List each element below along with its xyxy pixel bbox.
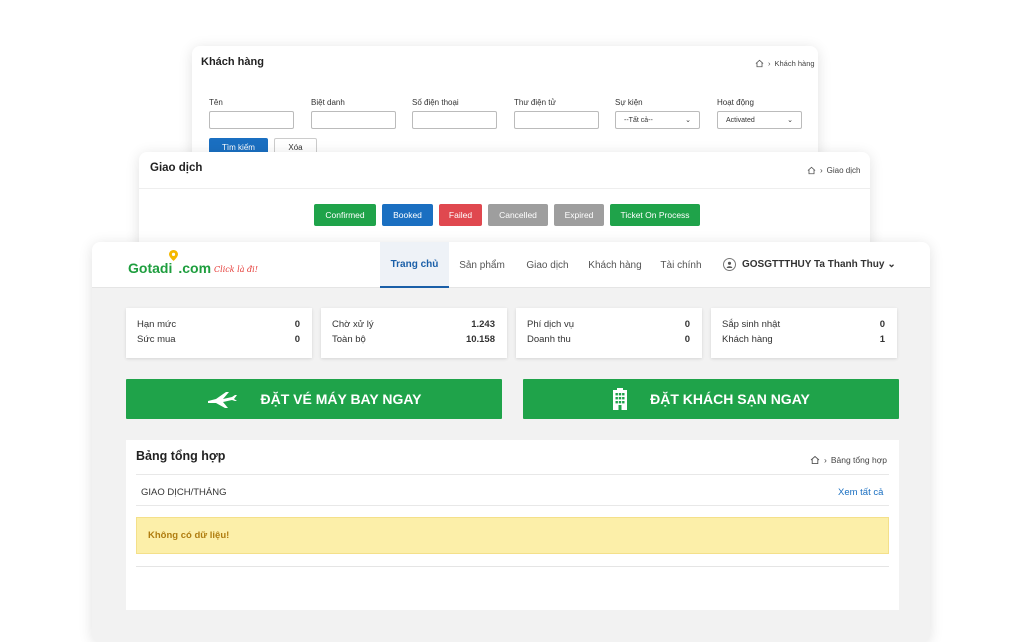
stat-label: Sức mua bbox=[137, 334, 176, 345]
field-nickname: Biệt danh bbox=[311, 98, 396, 129]
home-icon[interactable] bbox=[807, 166, 816, 175]
user-avatar-icon bbox=[723, 258, 736, 271]
nav-home[interactable]: Trang chủ bbox=[380, 242, 449, 288]
nav-products[interactable]: Sản phẩm bbox=[452, 242, 512, 288]
hotel-icon bbox=[613, 388, 628, 410]
transactions-title: Giao dịch bbox=[150, 162, 203, 174]
chevron-right-icon: › bbox=[824, 455, 827, 465]
stat-card-customers: Sắp sinh nhật 0 Khách hàng 1 bbox=[711, 308, 897, 358]
status-ticket-on-process-button[interactable]: Ticket On Process bbox=[610, 204, 700, 226]
status-expired-button[interactable]: Expired bbox=[554, 204, 604, 226]
chevron-right-icon: › bbox=[820, 166, 823, 175]
stat-label: Phí dịch vụ bbox=[527, 319, 574, 330]
stat-value: 0 bbox=[879, 319, 885, 330]
event-select-value: --Tất cả-- bbox=[624, 116, 653, 124]
breadcrumb-current: Khách hàng bbox=[774, 59, 815, 68]
customers-title: Khách hàng bbox=[201, 56, 264, 68]
stat-value: 0 bbox=[684, 334, 690, 345]
user-menu[interactable]: GOSGTTTHUY Ta Thanh Thuy ⌄ bbox=[723, 258, 896, 271]
divider bbox=[136, 505, 889, 506]
stat-label: Toàn bộ bbox=[332, 334, 366, 345]
field-email: Thư điện tử bbox=[514, 98, 599, 129]
stat-value: 0 bbox=[294, 334, 300, 345]
logo-tld: .com bbox=[178, 260, 212, 276]
divider bbox=[139, 188, 870, 189]
divider bbox=[136, 474, 889, 475]
book-flight-label: ĐẶT VÉ MÁY BAY NGAY bbox=[260, 391, 422, 407]
chevron-down-icon: ⌄ bbox=[887, 259, 896, 270]
chevron-down-icon: ⌄ bbox=[685, 117, 691, 124]
stat-label: Khách hàng bbox=[722, 334, 773, 345]
summary-title: Bảng tổng hợp bbox=[136, 449, 226, 463]
nav-finance[interactable]: Tài chính bbox=[655, 242, 707, 288]
phone-input[interactable] bbox=[412, 111, 497, 129]
status-confirmed-button[interactable]: Confirmed bbox=[314, 204, 376, 226]
home-icon[interactable] bbox=[755, 59, 764, 68]
gotadi-logo[interactable]: Gotadi .com Click là đi! bbox=[128, 250, 258, 276]
stat-card-fees: Phí dịch vụ 0 Doanh thu 0 bbox=[516, 308, 702, 358]
stat-label: Chờ xử lý bbox=[332, 319, 374, 330]
field-phone: Số điện thoại bbox=[412, 98, 497, 129]
transactions-breadcrumb: › Giao dịch bbox=[807, 166, 860, 175]
nav-transactions[interactable]: Giao dịch bbox=[520, 242, 575, 288]
stat-label: Doanh thu bbox=[527, 334, 571, 345]
stat-value: 1 bbox=[879, 334, 885, 345]
divider bbox=[136, 566, 889, 567]
book-hotel-label: ĐẶT KHÁCH SẠN NGAY bbox=[650, 391, 810, 407]
status-failed-button[interactable]: Failed bbox=[439, 204, 482, 226]
user-name: GOSGTTTHUY Ta Thanh Thuy bbox=[742, 259, 885, 270]
view-all-link[interactable]: Xem tất cả bbox=[838, 487, 883, 498]
breadcrumb-current: Giao dịch bbox=[826, 166, 861, 175]
airplane-icon bbox=[208, 392, 238, 408]
status-booked-button[interactable]: Booked bbox=[382, 204, 433, 226]
stat-value: 10.158 bbox=[465, 334, 495, 345]
status-cancelled-button[interactable]: Cancelled bbox=[488, 204, 548, 226]
field-label: Thư điện tử bbox=[514, 98, 556, 107]
book-hotel-button[interactable]: ĐẶT KHÁCH SẠN NGAY bbox=[523, 379, 899, 419]
book-flight-button[interactable]: ĐẶT VÉ MÁY BAY NGAY bbox=[126, 379, 502, 419]
field-label: Hoạt động bbox=[717, 98, 754, 107]
stat-label: Hạn mức bbox=[137, 319, 177, 330]
stat-value: 1.243 bbox=[471, 319, 495, 330]
field-name: Tên bbox=[209, 98, 294, 129]
field-activity: Hoạt động Activated ⌄ bbox=[717, 98, 802, 129]
field-label: Biệt danh bbox=[311, 98, 345, 107]
email-input[interactable] bbox=[514, 111, 599, 129]
stat-card-pending: Chờ xử lý 1.243 Toàn bộ 10.158 bbox=[321, 308, 507, 358]
home-icon[interactable] bbox=[810, 455, 820, 465]
stat-value: 0 bbox=[294, 319, 300, 330]
summary-breadcrumb: › Bảng tổng hợp bbox=[810, 455, 887, 465]
location-pin-icon bbox=[169, 250, 179, 261]
field-event: Sự kiện --Tất cả-- ⌄ bbox=[615, 98, 700, 129]
activity-select[interactable]: Activated ⌄ bbox=[717, 111, 802, 129]
nickname-input[interactable] bbox=[311, 111, 396, 129]
field-label: Số điện thoại bbox=[412, 98, 459, 107]
customers-breadcrumb: › Khách hàng bbox=[755, 59, 815, 68]
chevron-down-icon: ⌄ bbox=[787, 117, 793, 124]
section-title: GIAO DỊCH/THÁNG bbox=[141, 487, 227, 498]
stat-label: Sắp sinh nhật bbox=[722, 319, 781, 330]
name-input[interactable] bbox=[209, 111, 294, 129]
event-select[interactable]: --Tất cả-- ⌄ bbox=[615, 111, 700, 129]
chevron-right-icon: › bbox=[768, 59, 771, 68]
stat-card-credit: Hạn mức 0 Sức mua 0 bbox=[126, 308, 312, 358]
logo-slogan: Click là đi! bbox=[214, 265, 258, 274]
breadcrumb-current: Bảng tổng hợp bbox=[830, 455, 887, 465]
nav-customers[interactable]: Khách hàng bbox=[584, 242, 646, 288]
logo-text: Gotadi bbox=[128, 260, 173, 276]
empty-data-alert: Không có dữ liệu! bbox=[136, 517, 889, 554]
field-label: Tên bbox=[209, 98, 223, 107]
stat-value: 0 bbox=[684, 319, 690, 330]
activity-select-value: Activated bbox=[726, 116, 755, 124]
field-label: Sự kiện bbox=[615, 98, 643, 107]
